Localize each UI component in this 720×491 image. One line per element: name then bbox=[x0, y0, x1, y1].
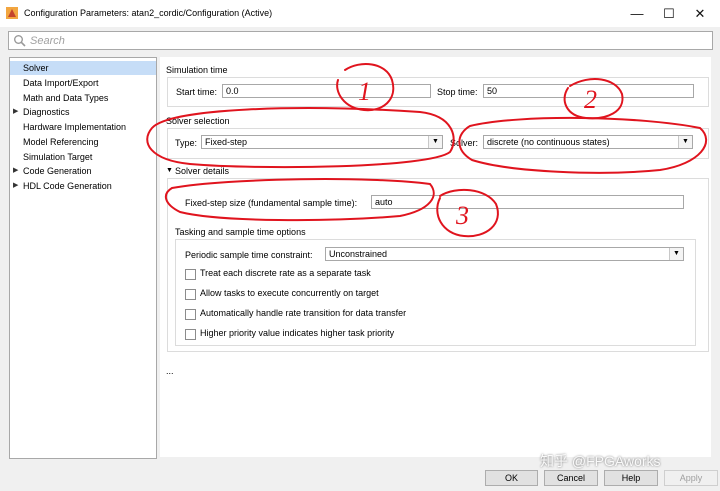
stop-time-input[interactable] bbox=[483, 84, 694, 98]
help-button[interactable]: Help bbox=[604, 470, 658, 486]
tasking-title: Tasking and sample time options bbox=[175, 227, 306, 237]
tree-item-hdl-code-generation[interactable]: ▶ HDL Code Generation bbox=[10, 179, 156, 193]
dropdown-arrow-icon[interactable]: ▼ bbox=[428, 136, 442, 148]
expand-arrow-icon[interactable]: ▶ bbox=[13, 179, 18, 193]
tree-item-label: Hardware Implementation bbox=[23, 122, 127, 132]
stop-time-label: Stop time: bbox=[437, 87, 478, 97]
search-input[interactable] bbox=[30, 32, 690, 49]
tree-item-model-referencing[interactable]: Model Referencing bbox=[10, 135, 156, 149]
expand-arrow-icon[interactable]: ▶ bbox=[13, 105, 18, 119]
apply-button[interactable]: Apply bbox=[664, 470, 718, 486]
solver-label: Solver: bbox=[450, 138, 479, 148]
more-options-link[interactable]: ... bbox=[166, 366, 174, 376]
minimize-button[interactable]: — bbox=[621, 0, 653, 27]
checkbox-box[interactable] bbox=[185, 289, 196, 300]
periodic-constraint-value: Unconstrained bbox=[329, 249, 388, 259]
maximize-button[interactable]: ☐ bbox=[653, 0, 685, 27]
tree-item-label: Math and Data Types bbox=[23, 93, 109, 103]
tree-item-label: Solver bbox=[23, 63, 49, 73]
tree-item-simulation-target[interactable]: Simulation Target bbox=[10, 150, 156, 164]
checkbox-label: Higher priority value indicates higher t… bbox=[200, 328, 395, 338]
start-time-input[interactable] bbox=[222, 84, 431, 98]
tree-item-code-generation[interactable]: ▶ Code Generation bbox=[10, 164, 156, 178]
expand-arrow-icon[interactable]: ▶ bbox=[13, 164, 18, 178]
checkbox-label: Treat each discrete rate as a separate t… bbox=[200, 268, 371, 278]
periodic-constraint-dropdown[interactable]: Unconstrained ▼ bbox=[325, 247, 684, 261]
checkbox-label: Automatically handle rate transition for… bbox=[200, 308, 407, 318]
checkbox-box[interactable] bbox=[185, 269, 196, 280]
ok-button[interactable]: OK bbox=[485, 470, 538, 486]
search-icon bbox=[14, 35, 26, 47]
tree-item-math-and-data-types[interactable]: Math and Data Types bbox=[10, 91, 156, 105]
tree-item-solver[interactable]: Solver bbox=[10, 61, 156, 75]
solver-selection-title: Solver selection bbox=[166, 116, 230, 126]
periodic-constraint-label: Periodic sample time constraint: bbox=[185, 250, 313, 260]
simulation-time-title: Simulation time bbox=[166, 65, 228, 75]
window-title: Configuration Parameters: atan2_cordic/C… bbox=[24, 8, 273, 18]
dropdown-arrow-icon[interactable]: ▼ bbox=[669, 248, 683, 260]
tree-item-label: Model Referencing bbox=[23, 137, 99, 147]
search-box[interactable] bbox=[8, 31, 713, 50]
close-button[interactable]: ✕ bbox=[684, 0, 716, 27]
tree-item-label: Data Import/Export bbox=[23, 78, 99, 88]
tree-item-label: Diagnostics bbox=[23, 107, 70, 117]
watermark-text: 知乎 @FPGAworks bbox=[540, 453, 661, 469]
checkbox-box[interactable] bbox=[185, 329, 196, 340]
step-size-label: Fixed-step size (fundamental sample time… bbox=[185, 198, 358, 208]
maximize-icon: ☐ bbox=[663, 6, 675, 21]
minimize-icon: — bbox=[630, 6, 644, 21]
dropdown-arrow-icon[interactable]: ▼ bbox=[678, 136, 692, 148]
solver-dropdown[interactable]: discrete (no continuous states) ▼ bbox=[483, 135, 693, 149]
tree-item-hardware-implementation[interactable]: Hardware Implementation bbox=[10, 120, 156, 134]
title-bar[interactable]: Configuration Parameters: atan2_cordic/C… bbox=[0, 0, 720, 27]
tree-item-label: Code Generation bbox=[23, 166, 92, 176]
tree-item-data-import-export[interactable]: Data Import/Export bbox=[10, 76, 156, 90]
tree-item-diagnostics[interactable]: ▶ Diagnostics bbox=[10, 105, 156, 119]
cancel-button[interactable]: Cancel bbox=[544, 470, 598, 486]
checkbox-box[interactable] bbox=[185, 309, 196, 320]
checkbox-label: Allow tasks to execute concurrently on t… bbox=[200, 288, 379, 298]
step-size-input[interactable] bbox=[371, 195, 684, 209]
solver-details-title: Solver details bbox=[175, 166, 230, 176]
collapse-arrow-icon[interactable]: ▼ bbox=[166, 167, 173, 174]
close-icon: ✕ bbox=[694, 6, 706, 21]
type-value: Fixed-step bbox=[205, 137, 248, 147]
solver-value: discrete (no continuous states) bbox=[487, 137, 610, 147]
type-label: Type: bbox=[175, 138, 198, 148]
tree-item-label: HDL Code Generation bbox=[23, 181, 112, 191]
type-dropdown[interactable]: Fixed-step ▼ bbox=[201, 135, 443, 149]
category-tree[interactable]: Solver Data Import/Export Math and Data … bbox=[9, 57, 157, 459]
tree-item-label: Simulation Target bbox=[23, 152, 93, 162]
start-time-label: Start time: bbox=[176, 87, 218, 97]
simulink-app-icon bbox=[6, 7, 18, 19]
